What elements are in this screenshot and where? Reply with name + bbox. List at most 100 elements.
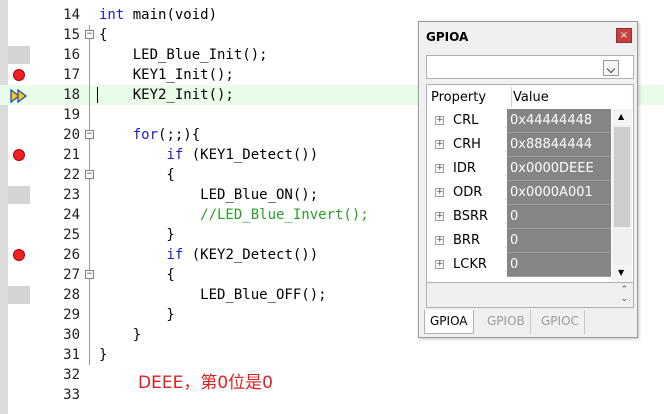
register-name: LCKR [453,257,487,272]
code-text[interactable]: } [99,225,174,245]
code-line[interactable]: 31} [0,345,664,365]
fold-guide [85,85,94,105]
fold-guide [85,245,94,265]
close-icon[interactable]: × [616,28,632,43]
chevron-down-icon[interactable] [603,60,619,76]
code-text[interactable]: KEY2_Init(); [99,85,234,105]
fold-guide [85,345,94,365]
code-text[interactable]: //LED_Blue_Invert(); [99,205,369,225]
code-text[interactable]: LED_Blue_Init(); [99,45,268,65]
code-line[interactable]: 33 [0,385,664,405]
tab-gpioa[interactable]: GPIOA [424,310,474,334]
register-row-lckr[interactable]: + LCKR 0 [427,253,633,277]
line-number: 30 [63,327,80,343]
fold-collapse-icon[interactable]: − [85,25,94,45]
code-text[interactable]: LED_Blue_ON(); [99,185,318,205]
line-number: 15 [63,27,80,43]
peripheral-dropdown[interactable] [426,55,634,79]
register-row-crh[interactable]: + CRH 0x88844444 [427,133,633,157]
fold-guide [85,305,94,325]
fold-guide [85,285,94,305]
code-text[interactable]: } [99,305,174,325]
description-scroll-icon[interactable]: ⌃ ⌄ [620,286,628,304]
register-value[interactable]: 0 [507,229,611,253]
executable-line-marker[interactable] [8,186,30,204]
fold-guide [85,45,94,65]
column-header-property: Property [431,90,487,105]
code-text[interactable]: KEY1_Init(); [99,65,234,85]
breakpoint-icon[interactable] [13,149,25,161]
code-text[interactable]: { [99,25,107,45]
plus-expander-icon[interactable]: + [435,212,444,221]
code-text[interactable]: if (KEY2_Detect()) [99,245,318,265]
plus-expander-icon[interactable]: + [435,260,444,269]
scrollbar-thumb[interactable] [614,127,630,227]
register-value[interactable]: 0 [507,253,611,277]
register-name: CRL [453,113,479,128]
plus-expander-icon[interactable]: + [435,236,444,245]
code-text[interactable]: LED_Blue_OFF(); [99,285,326,305]
scroll-down-icon[interactable]: ▼ [612,265,632,281]
plus-expander-icon[interactable]: + [435,164,444,173]
executable-line-marker[interactable] [8,46,30,64]
line-number: 24 [63,207,80,223]
plus-expander-icon[interactable]: + [435,116,444,125]
code-text[interactable]: } [99,325,141,345]
property-grid[interactable]: Property Value + CRL 0x44444448 + CRH 0x88844… [426,84,634,304]
line-number: 17 [63,67,80,83]
peripheral-tabs: GPIOA GPIOB GPIOC [424,310,634,334]
tab-gpiob[interactable]: GPIOB [482,310,531,334]
plus-expander-icon[interactable]: + [435,188,444,197]
column-separator[interactable] [511,87,512,107]
code-line[interactable]: 32 [0,365,664,385]
register-row-idr[interactable]: + IDR 0x0000DEEE [427,157,633,181]
description-pane: ⌃ ⌄ [426,282,634,308]
text-caret [97,87,98,103]
gpioa-window[interactable]: GPIOA × Property Value + CRL 0x44444448 + CR… [418,21,638,338]
register-row-brr[interactable]: + BRR 0 [427,229,633,253]
breakpoint-icon[interactable] [13,249,25,261]
fold-guide [85,225,94,245]
fold-collapse-icon[interactable]: − [85,125,94,145]
code-text[interactable]: { [99,165,174,185]
register-value[interactable]: 0x0000A001 [507,181,611,205]
register-name: BSRR [453,209,489,224]
line-number: 20 [63,127,80,143]
line-number: 14 [63,7,80,23]
column-header-value: Value [513,90,549,105]
code-text[interactable]: if (KEY1_Detect()) [99,145,318,165]
line-number: 21 [63,147,80,163]
line-number: 18 [63,87,80,103]
fold-collapse-icon[interactable]: − [85,165,94,185]
executable-line-marker[interactable] [8,286,30,304]
register-row-odr[interactable]: + ODR 0x0000A001 [427,181,633,205]
fold-collapse-icon[interactable]: − [85,265,94,285]
plus-expander-icon[interactable]: + [435,140,444,149]
register-value[interactable]: 0x0000DEEE [507,157,611,181]
window-title: GPIOA [426,30,469,44]
register-name: IDR [453,161,476,176]
register-name: BRR [453,233,480,248]
code-text[interactable]: } [99,345,107,365]
execution-arrow-icon [10,88,30,104]
line-number: 29 [63,307,80,323]
register-value[interactable]: 0x88844444 [507,133,611,157]
line-number: 27 [63,267,80,283]
vertical-scrollbar[interactable]: ▲ ▼ [612,109,632,281]
code-text[interactable]: int main(void) [99,5,217,25]
fold-guide [85,145,94,165]
code-text[interactable]: { [99,265,174,285]
annotation-text: DEEE，第0位是0 [138,373,273,393]
line-number: 32 [63,367,80,383]
register-row-crl[interactable]: + CRL 0x44444448 [427,109,633,133]
breakpoint-icon[interactable] [13,69,25,81]
tab-gpioc[interactable]: GPIOC [536,310,585,334]
register-value[interactable]: 0 [507,205,611,229]
fold-guide [85,105,94,125]
line-number: 25 [63,227,80,243]
code-text[interactable]: for(;;){ [99,125,200,145]
line-number: 26 [63,247,80,263]
register-value[interactable]: 0x44444448 [507,109,611,133]
scroll-up-icon[interactable]: ▲ [612,109,632,125]
register-row-bsrr[interactable]: + BSRR 0 [427,205,633,229]
